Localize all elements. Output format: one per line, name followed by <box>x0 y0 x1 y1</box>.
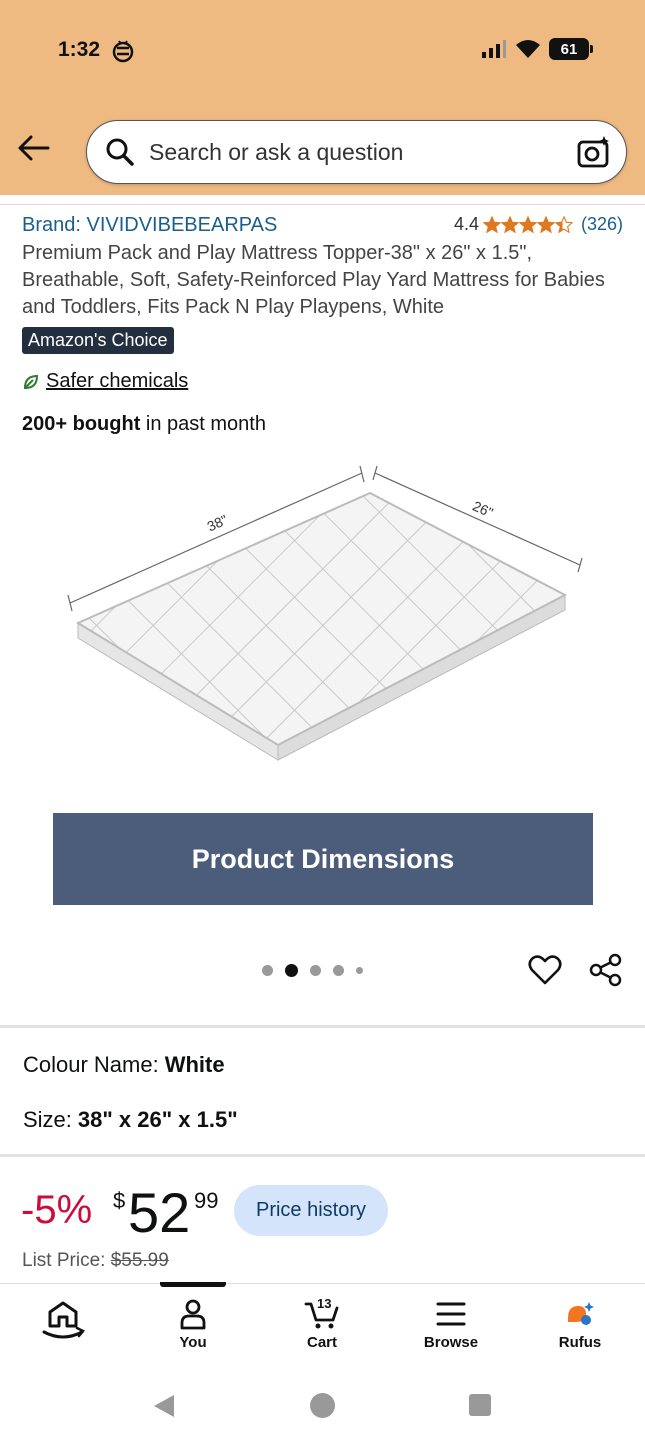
wifi-icon <box>516 40 540 58</box>
bought-count: 200+ bought in past month <box>22 413 266 436</box>
colour-value: White <box>164 1052 225 1077</box>
status-bar: 1:32 61 <box>0 0 645 100</box>
menu-icon <box>436 1302 466 1326</box>
signal-icon <box>482 40 506 58</box>
discount-percent: -5% <box>21 1188 93 1232</box>
bottom-navigation: You 13 Cart Browse Rufus <box>0 1282 645 1375</box>
home-icon <box>42 1301 85 1339</box>
nav-rufus[interactable]: Rufus <box>535 1298 625 1351</box>
divider <box>0 1025 645 1028</box>
system-navigation <box>0 1375 645 1440</box>
product-title: Premium Pack and Play Mattress Topper-38… <box>22 242 605 318</box>
nav-rufus-label: Rufus <box>558 1334 602 1351</box>
carousel-dot[interactable] <box>262 965 273 976</box>
system-recents-icon[interactable] <box>469 1394 491 1416</box>
colour-selector[interactable]: Colour Name: White <box>23 1052 225 1078</box>
divider <box>0 204 645 205</box>
star-icon <box>518 215 537 233</box>
search-icon <box>106 138 134 166</box>
carousel-dot-active[interactable] <box>285 964 298 977</box>
system-back-icon[interactable] <box>152 1393 176 1419</box>
bought-count-bold: 200+ bought <box>22 413 141 435</box>
nav-you-label: You <box>179 1334 207 1351</box>
heart-icon[interactable] <box>527 952 563 988</box>
price-cents: 99 <box>194 1188 219 1213</box>
size-selector[interactable]: Size: 38" x 26" x 1.5" <box>23 1107 238 1133</box>
share-icon[interactable] <box>588 952 624 988</box>
leaf-icon <box>23 374 39 389</box>
dimension-length-label: 38" <box>205 511 230 534</box>
star-icon <box>536 215 555 233</box>
nav-browse-label: Browse <box>423 1334 479 1351</box>
nav-you[interactable]: You <box>148 1298 238 1351</box>
rating-count[interactable]: (326) <box>581 214 623 235</box>
brand-link[interactable]: Brand: VIVIDVIBEBEARPAS <box>22 214 277 237</box>
system-home-icon[interactable] <box>310 1393 335 1418</box>
nav-active-indicator <box>160 1282 226 1287</box>
rating[interactable]: 4.4 (326) <box>454 214 623 235</box>
back-arrow-icon[interactable] <box>14 128 54 168</box>
nav-browse[interactable]: Browse <box>406 1298 496 1351</box>
nav-cart-label: Cart <box>306 1334 337 1351</box>
star-icon <box>482 215 501 233</box>
list-price-label: List Price: <box>22 1250 106 1271</box>
divider <box>0 1154 645 1157</box>
nav-cart[interactable]: 13 Cart <box>277 1296 367 1351</box>
nav-home[interactable] <box>18 1298 108 1352</box>
size-label: Size: <box>23 1107 72 1132</box>
star-icon <box>500 215 519 233</box>
battery-icon: 61 <box>549 38 593 60</box>
header: 1:32 61 <box>0 0 645 195</box>
bought-count-rest: in past month <box>140 413 266 435</box>
carousel-dots[interactable] <box>262 964 363 977</box>
carousel-dot[interactable] <box>356 967 363 974</box>
status-time: 1:32 <box>58 38 101 61</box>
price-currency: $ <box>113 1188 126 1213</box>
star-rating-icon <box>482 215 573 234</box>
list-price-value: $55.99 <box>110 1250 169 1271</box>
product-image[interactable]: 38" 26" <box>40 455 605 785</box>
carousel-dot[interactable] <box>310 965 321 976</box>
cart-count: 13 <box>317 1296 332 1311</box>
amazons-choice-badge: Amazon's Choice <box>22 327 174 354</box>
list-price: List Price: $55.99 <box>22 1250 169 1272</box>
product-dimensions-banner: Product Dimensions <box>53 813 593 905</box>
price-history-button[interactable]: Price history <box>234 1185 388 1236</box>
search-bar[interactable] <box>86 120 627 184</box>
person-icon <box>180 1299 206 1330</box>
rufus-icon <box>568 1302 594 1325</box>
price-whole: 52 <box>128 1181 191 1244</box>
star-icon <box>554 215 573 233</box>
carousel-dot[interactable] <box>333 965 344 976</box>
size-value: 38" x 26" x 1.5" <box>77 1107 238 1132</box>
notification-icon <box>112 40 134 63</box>
safer-chemicals-label: Safer chemicals <box>46 370 189 392</box>
rating-value: 4.4 <box>453 214 479 234</box>
safer-chemicals-link[interactable]: Safer chemicals <box>22 370 188 393</box>
camera-search-icon[interactable] <box>576 134 612 170</box>
search-input[interactable] <box>149 135 549 169</box>
status-icons: 61 <box>481 38 593 60</box>
colour-label: Colour Name: <box>23 1052 159 1077</box>
